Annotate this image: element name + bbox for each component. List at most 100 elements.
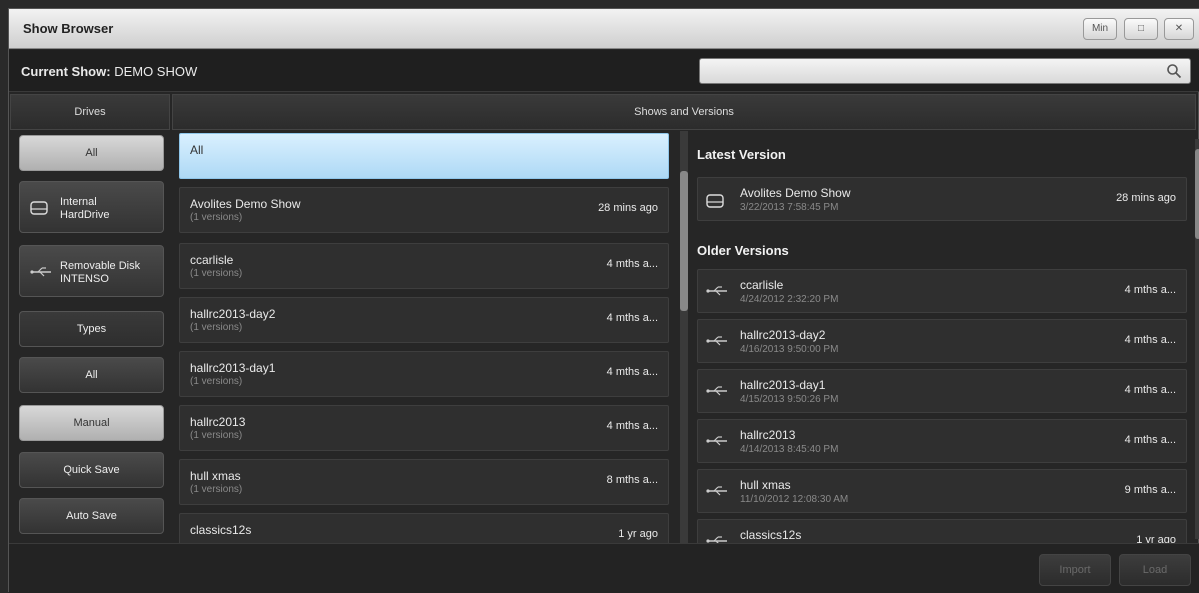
drive-all-button[interactable]: All [19, 135, 164, 171]
show-time: 4 mths a... [606, 366, 658, 378]
version-date: 4/14/2013 8:45:40 PM [740, 444, 839, 455]
version-time: 9 mths a... [1124, 484, 1176, 496]
hard-drive-icon [706, 194, 724, 208]
types-header-label: Types [76, 323, 107, 335]
versions-scrollbar[interactable] [1195, 139, 1199, 539]
type-quick-save-label: Quick Save [63, 464, 120, 476]
shows-scrollbar-thumb[interactable] [680, 171, 688, 311]
list-item[interactable]: Avolites Demo Show (1 versions) 28 mins … [179, 187, 669, 233]
show-version-count: (1 versions) [190, 212, 243, 223]
types-header: Types [19, 311, 164, 347]
show-name: hallrc2013-day2 [190, 307, 276, 321]
drive-internal-text: Internal HardDrive [60, 196, 110, 222]
versions-scrollbar-thumb[interactable] [1195, 149, 1199, 239]
usb-icon [706, 286, 727, 296]
current-show-text: Current Show: DEMO SHOW [21, 64, 197, 79]
version-name: Avolites Demo Show [740, 186, 851, 200]
show-version-count: (1 versions) [190, 484, 243, 495]
usb-icon [706, 536, 727, 543]
version-date: 4/15/2013 9:50:26 PM [740, 394, 839, 405]
search-icon [1167, 64, 1182, 79]
version-date: 11/10/2012 12:08:30 AM [740, 494, 849, 505]
show-name: hallrc2013-day1 [190, 361, 276, 375]
shows-versions-header: Shows and Versions [172, 94, 1196, 130]
show-name: classics12s [190, 523, 252, 537]
restore-button[interactable]: □ [1124, 18, 1158, 40]
show-name: hull xmas [190, 469, 241, 483]
show-name: All [190, 143, 204, 157]
drive-removable-text: Removable Disk INTENSO [60, 260, 140, 286]
older-versions-heading: Older Versions [697, 243, 789, 258]
show-time: 1 yr ago [618, 528, 658, 540]
usb-icon [706, 336, 727, 346]
version-row[interactable]: classics12s 1 yr ago [697, 519, 1187, 543]
version-name: classics12s [740, 528, 802, 542]
version-row[interactable]: hull xmas 11/10/2012 12:08:30 AM 9 mths … [697, 469, 1187, 513]
list-item[interactable]: classics12s 1 yr ago [179, 513, 669, 543]
show-version-count: (1 versions) [190, 322, 243, 333]
minimize-button[interactable]: Min [1083, 18, 1117, 40]
version-name: hallrc2013 [740, 428, 796, 442]
list-item[interactable]: hull xmas (1 versions) 8 mths a... [179, 459, 669, 505]
list-item[interactable]: hallrc2013 (1 versions) 4 mths a... [179, 405, 669, 451]
current-show-label: Current Show: [21, 64, 111, 79]
type-quick-save-button[interactable]: Quick Save [19, 452, 164, 488]
shows-scrollbar[interactable] [680, 131, 688, 543]
list-item[interactable]: All [179, 133, 669, 179]
current-show-value: DEMO SHOW [114, 64, 198, 79]
version-date: 4/24/2012 2:32:20 PM [740, 294, 839, 305]
version-name: ccarlisle [740, 278, 784, 292]
show-browser-window: Show Browser Min □ ✕ Current Show: DEMO … [8, 8, 1199, 593]
show-time: 28 mins ago [598, 202, 658, 214]
version-time: 4 mths a... [1124, 384, 1176, 396]
show-time: 4 mths a... [606, 258, 658, 270]
show-time: 4 mths a... [606, 312, 658, 324]
usb-icon [706, 486, 727, 496]
list-item[interactable]: hallrc2013-day2 (1 versions) 4 mths a... [179, 297, 669, 343]
version-row[interactable]: hallrc2013-day1 4/15/2013 9:50:26 PM 4 m… [697, 369, 1187, 413]
version-date: 4/16/2013 9:50:00 PM [740, 344, 839, 355]
type-all-button[interactable]: All [19, 357, 164, 393]
type-manual-label: Manual [73, 417, 110, 429]
drive-removable-line1: Removable Disk [60, 260, 141, 272]
drive-removable-button[interactable]: Removable Disk INTENSO [19, 245, 164, 297]
search-input[interactable] [699, 58, 1191, 84]
type-all-label: All [85, 369, 98, 381]
version-time: 4 mths a... [1124, 334, 1176, 346]
hard-drive-icon [30, 201, 48, 215]
usb-icon [706, 386, 727, 396]
show-version-count: (1 versions) [190, 268, 243, 279]
drives-header: Drives [10, 94, 170, 130]
close-button[interactable]: ✕ [1164, 18, 1194, 40]
list-item[interactable]: ccarlisle (1 versions) 4 mths a... [179, 243, 669, 289]
show-time: 8 mths a... [606, 474, 658, 486]
window-title: Show Browser [23, 21, 114, 36]
type-manual-button[interactable]: Manual [19, 405, 164, 441]
version-name: hallrc2013-day2 [740, 328, 826, 342]
drive-internal-line2: HardDrive [60, 209, 110, 221]
drive-removable-line2: INTENSO [60, 273, 109, 285]
version-row[interactable]: hallrc2013-day2 4/16/2013 9:50:00 PM 4 m… [697, 319, 1187, 363]
version-row[interactable]: ccarlisle 4/24/2012 2:32:20 PM 4 mths a.… [697, 269, 1187, 313]
version-time: 4 mths a... [1124, 284, 1176, 296]
list-item[interactable]: hallrc2013-day1 (1 versions) 4 mths a... [179, 351, 669, 397]
version-time: 4 mths a... [1124, 434, 1176, 446]
show-name: Avolites Demo Show [190, 197, 301, 211]
usb-icon [706, 436, 727, 446]
bottom-bar: Import Load [9, 543, 1199, 593]
type-auto-save-label: Auto Save [66, 510, 117, 522]
import-button[interactable]: Import [1039, 554, 1111, 586]
version-row[interactable]: hallrc2013 4/14/2013 8:45:40 PM 4 mths a… [697, 419, 1187, 463]
show-version-count: (1 versions) [190, 376, 243, 387]
latest-version-row[interactable]: Avolites Demo Show 3/22/2013 7:58:45 PM … [697, 177, 1187, 221]
version-time: 28 mins ago [1116, 192, 1176, 204]
drive-internal-harddrive-button[interactable]: Internal HardDrive [19, 181, 164, 233]
current-show-bar: Current Show: DEMO SHOW [9, 50, 1199, 92]
shows-list: All Avolites Demo Show (1 versions) 28 m… [179, 131, 669, 543]
version-name: hallrc2013-day1 [740, 378, 826, 392]
version-date: 3/22/2013 7:58:45 PM [740, 202, 839, 213]
latest-version-heading: Latest Version [697, 147, 786, 162]
load-button[interactable]: Load [1119, 554, 1191, 586]
type-auto-save-button[interactable]: Auto Save [19, 498, 164, 534]
title-bar: Show Browser Min □ ✕ [9, 9, 1199, 49]
